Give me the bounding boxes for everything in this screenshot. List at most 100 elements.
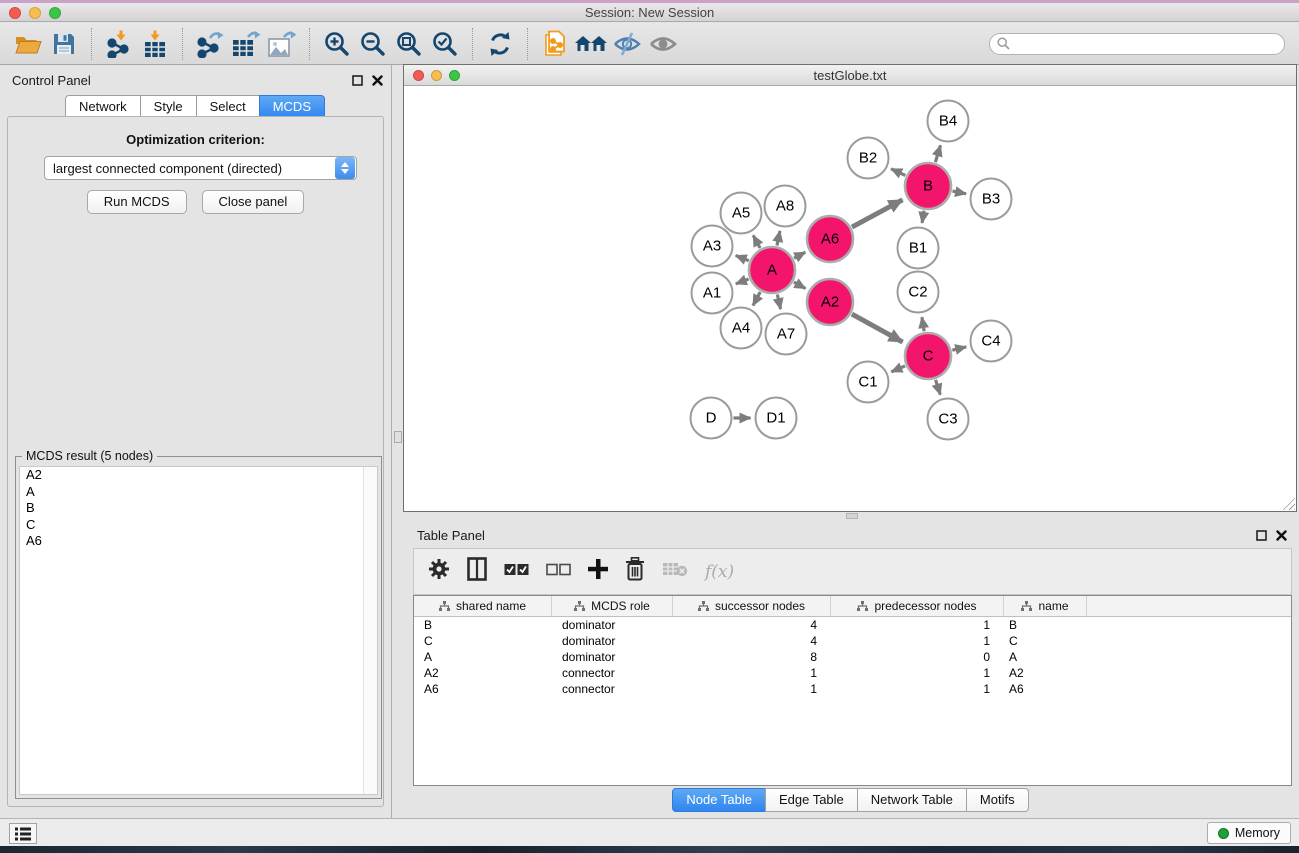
refresh-button[interactable] [482,26,518,62]
network-view-window[interactable]: testGlobe.txt B4B2BB3A8A5A6A3B1AC2A1A2A4… [403,64,1297,512]
add-column-button[interactable] [588,559,608,584]
network-zoom-button[interactable] [449,70,460,81]
edge-C-C4[interactable] [952,347,966,350]
graph-node-A7[interactable]: A7 [766,314,807,355]
edge-A6-B[interactable] [852,200,903,227]
float-panel-icon[interactable] [352,75,363,86]
column-header-MCDS-role[interactable]: MCDS role [552,596,673,616]
edge-C-C2[interactable] [922,317,924,331]
graph-node-B[interactable]: B [905,163,951,209]
table-cell[interactable]: connector [552,681,673,697]
table-cell[interactable]: A6 [414,681,552,697]
graph-node-A5[interactable]: A5 [721,193,762,234]
edge-A-A4[interactable] [753,292,760,305]
table-cell[interactable]: 1 [831,617,1004,633]
column-header-name[interactable]: name [1004,596,1087,616]
table-cell[interactable]: 1 [673,681,831,697]
node-table[interactable]: shared nameMCDS rolesuccessor nodesprede… [413,595,1292,786]
edge-C-C1[interactable] [891,366,905,372]
zoom-out-button[interactable] [355,26,391,62]
import-table-button[interactable] [137,26,173,62]
graph-node-A1[interactable]: A1 [692,273,733,314]
network-minimize-button[interactable] [431,70,442,81]
edge-A-A8[interactable] [777,231,780,246]
network-close-button[interactable] [413,70,424,81]
graph-node-B1[interactable]: B1 [898,228,939,269]
table-cell[interactable]: 8 [673,649,831,665]
float-panel-icon[interactable] [1256,530,1267,541]
table-cell[interactable]: 4 [673,617,831,633]
open-session-button[interactable] [10,26,46,62]
edge-A-A6[interactable] [794,252,805,258]
zoom-fit-button[interactable] [391,26,427,62]
export-image-button[interactable] [264,26,300,62]
mcds-result-list[interactable]: A2ABCA6 [19,466,378,795]
graph-node-B3[interactable]: B3 [971,179,1012,220]
hide-graphics-details-button[interactable] [609,26,645,62]
table-cell[interactable]: A2 [414,665,552,681]
result-item[interactable]: A [20,484,377,501]
table-cell[interactable]: connector [552,665,673,681]
graph-node-C[interactable]: C [905,333,951,379]
result-item[interactable]: A6 [20,533,377,550]
graph-node-C4[interactable]: C4 [971,321,1012,362]
graph-node-A8[interactable]: A8 [765,186,806,227]
tab-node-table[interactable]: Node Table [672,788,766,812]
table-cell[interactable]: 1 [831,681,1004,697]
table-cell[interactable]: A [414,649,552,665]
tab-edge-table[interactable]: Edge Table [765,788,858,812]
deselect-all-button[interactable] [546,563,571,581]
graph-node-C2[interactable]: C2 [898,272,939,313]
network-canvas[interactable]: B4B2BB3A8A5A6A3B1AC2A1A2A4A7C4CC1C3DD1 [405,87,1295,510]
column-header-shared-name[interactable]: shared name [414,596,552,616]
edge-A-A5[interactable] [753,235,760,248]
run-mcds-button[interactable]: Run MCDS [87,190,187,214]
new-network-from-file-button[interactable] [537,26,573,62]
table-cell[interactable]: dominator [552,617,673,633]
search-input[interactable] [1015,37,1277,51]
tab-network-table[interactable]: Network Table [857,788,967,812]
table-cell[interactable]: 0 [831,649,1004,665]
close-panel-button[interactable]: Close panel [202,190,305,214]
table-cell[interactable]: C [1004,633,1087,649]
select-all-button[interactable] [504,563,529,581]
graph-node-D[interactable]: D [691,398,732,439]
column-header-predecessor-nodes[interactable]: predecessor nodes [831,596,1004,616]
table-cell[interactable]: A2 [1004,665,1087,681]
close-panel-icon[interactable] [1276,530,1287,541]
graph-node-A4[interactable]: A4 [721,308,762,349]
graph-node-B2[interactable]: B2 [848,138,889,179]
delete-column-button[interactable] [625,557,645,586]
table-cell[interactable]: C [414,633,552,649]
edge-A-A7[interactable] [777,294,780,309]
minimize-window-button[interactable] [29,7,41,19]
zoom-selected-button[interactable] [427,26,463,62]
edge-B-B4[interactable] [935,145,940,162]
vertical-splitter-handle[interactable] [394,431,402,443]
edge-A2-C[interactable] [852,314,903,342]
result-item[interactable]: A2 [20,467,377,484]
table-row[interactable]: A2connector11A2 [414,665,1291,681]
close-window-button[interactable] [9,7,21,19]
export-table-button[interactable] [228,26,264,62]
show-columns-button[interactable] [467,557,487,586]
graph-node-A3[interactable]: A3 [692,226,733,267]
table-cell[interactable]: dominator [552,649,673,665]
delete-table-button[interactable] [662,560,688,583]
table-row[interactable]: Bdominator41B [414,617,1291,633]
criterion-dropdown[interactable]: largest connected component (directed) [44,156,357,180]
edge-C-C3[interactable] [936,380,941,395]
table-cell[interactable]: 1 [673,665,831,681]
edge-A-A2[interactable] [794,282,806,288]
graph-node-C1[interactable]: C1 [848,362,889,403]
table-cell[interactable]: B [414,617,552,633]
result-item[interactable]: C [20,517,377,534]
export-network-button[interactable] [192,26,228,62]
main-titlebar[interactable]: Session: New Session [0,3,1299,22]
memory-button[interactable]: Memory [1207,822,1291,844]
graph-node-A2[interactable]: A2 [807,279,853,325]
show-graphics-details-button[interactable] [645,26,681,62]
graph-node-D1[interactable]: D1 [756,398,797,439]
table-cell[interactable]: 1 [831,665,1004,681]
edge-B-B2[interactable] [891,169,905,176]
